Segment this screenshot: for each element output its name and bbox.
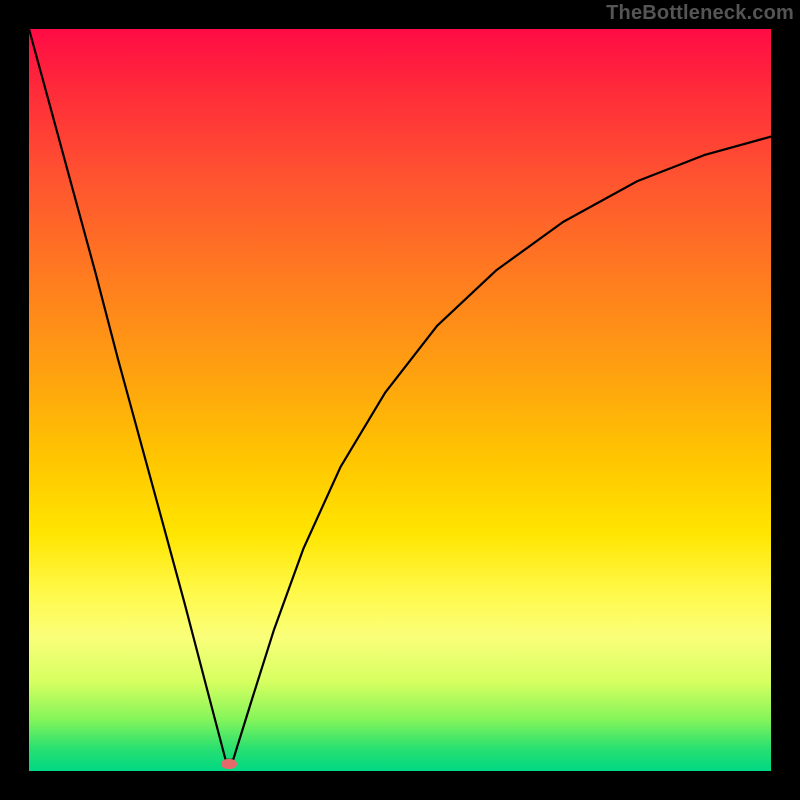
- curve-path: [29, 29, 771, 760]
- chart-frame: TheBottleneck.com: [0, 0, 800, 800]
- curve-svg: [29, 29, 771, 771]
- min-marker: [221, 759, 237, 769]
- watermark-text: TheBottleneck.com: [606, 2, 794, 25]
- plot-area: [29, 29, 771, 771]
